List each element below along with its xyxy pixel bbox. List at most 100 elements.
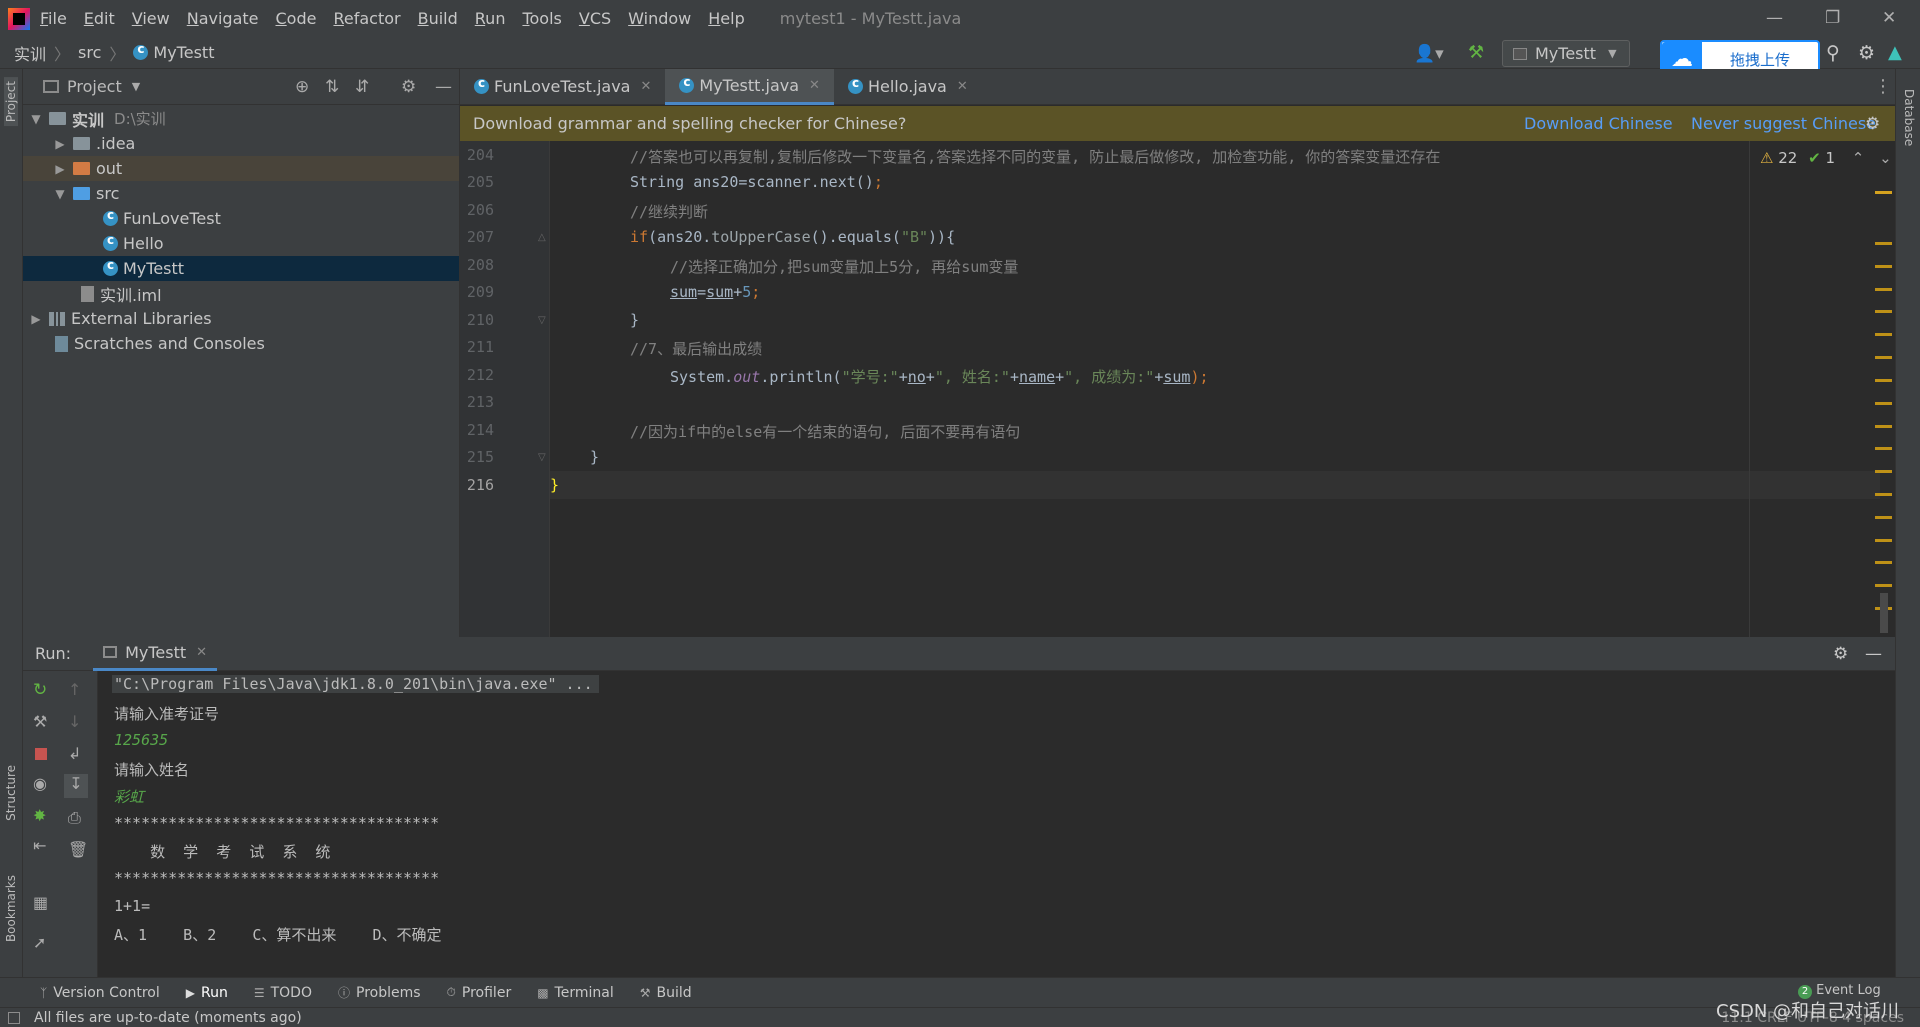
print-icon[interactable]: ⎙ — [68, 808, 84, 827]
project-tool-button[interactable]: Project — [4, 77, 18, 127]
tree-item-root[interactable]: ▼ 实训 D:\实训 — [23, 106, 459, 131]
pin-icon[interactable]: ➚ — [33, 933, 49, 952]
close-icon[interactable]: ✕ — [1882, 8, 1896, 28]
rerun-icon[interactable]: ↻ — [33, 680, 49, 700]
gear-icon[interactable]: ⚙ — [401, 77, 416, 97]
warning-marker[interactable] — [1875, 539, 1892, 542]
database-tool-button[interactable]: Database — [1902, 89, 1916, 146]
scroll-to-end-icon[interactable]: ↧ — [64, 774, 88, 798]
run-tab-mytestt[interactable]: MyTestt ✕ — [93, 637, 218, 671]
menu-refactor[interactable]: Refactor — [333, 9, 400, 28]
breadcrumb-class[interactable]: MyTestt — [153, 43, 214, 62]
menu-code[interactable]: Code — [276, 9, 317, 28]
tab-run[interactable]: ▶ Run — [186, 985, 228, 1001]
plugin-icon[interactable]: ▲ — [1888, 42, 1902, 63]
run-configuration-select[interactable]: MyTestt ▼ — [1502, 40, 1630, 67]
chevron-down-icon[interactable]: ▼ — [29, 112, 43, 126]
menu-help[interactable]: Help — [708, 9, 744, 28]
warning-marker[interactable] — [1875, 561, 1892, 564]
gear-icon[interactable]: ⚙ — [1833, 644, 1848, 664]
warning-marker[interactable] — [1875, 447, 1892, 450]
structure-tool-button[interactable]: Structure — [4, 765, 18, 821]
layout-icon[interactable]: ▦ — [33, 893, 49, 912]
warning-marker[interactable] — [1875, 379, 1892, 382]
exit-icon[interactable]: ⇤ — [33, 836, 49, 855]
locate-icon[interactable]: ⊕ — [295, 77, 309, 97]
stop-icon[interactable] — [35, 748, 47, 760]
warning-marker[interactable] — [1875, 191, 1892, 194]
close-tab-icon[interactable]: ✕ — [957, 79, 968, 94]
warning-marker[interactable] — [1875, 402, 1892, 405]
warning-marker[interactable] — [1875, 516, 1892, 519]
warning-marker[interactable] — [1875, 493, 1892, 496]
wrench-icon[interactable]: ⚒ — [33, 712, 49, 731]
tree-item-mytestt[interactable]: MyTestt — [23, 256, 459, 281]
warning-marker[interactable] — [1875, 356, 1892, 359]
expand-all-icon[interactable]: ⇅ — [325, 77, 339, 97]
menu-window[interactable]: Window — [628, 9, 691, 28]
hide-icon[interactable]: — — [1865, 644, 1882, 664]
tab-todo[interactable]: ☰ TODO — [254, 985, 312, 1001]
tree-item-out[interactable]: ▶ out — [23, 156, 459, 181]
breadcrumb-project[interactable]: 实训 — [14, 41, 46, 65]
menu-edit[interactable]: Edit — [84, 9, 115, 28]
warning-marker[interactable] — [1875, 425, 1892, 428]
tree-item-iml[interactable]: 实训.iml — [23, 281, 459, 306]
menu-vcs[interactable]: VCS — [579, 9, 611, 28]
soft-wrap-icon[interactable]: ↲ — [68, 744, 84, 763]
hide-icon[interactable]: — — [435, 77, 452, 97]
arrow-down-icon[interactable]: ↓ — [68, 712, 84, 731]
tree-item-scratches[interactable]: Scratches and Consoles — [23, 331, 459, 356]
tab-terminal[interactable]: ▩ Terminal — [537, 985, 614, 1001]
warning-marker[interactable] — [1875, 333, 1892, 336]
tree-item-funlovetest[interactable]: FunLoveTest — [23, 206, 459, 231]
project-view-select[interactable]: Project — [67, 77, 122, 96]
never-suggest-link[interactable]: Never suggest Chinese — [1691, 114, 1876, 133]
tab-profiler[interactable]: ⏱ Profiler — [447, 985, 512, 1001]
menu-tools[interactable]: Tools — [522, 9, 561, 28]
chevron-right-icon[interactable]: ▶ — [29, 312, 43, 326]
scrollbar-thumb[interactable] — [1880, 593, 1888, 633]
chevron-down-icon[interactable]: ▼ — [53, 187, 67, 201]
warning-marker[interactable] — [1875, 470, 1892, 473]
menu-build[interactable]: Build — [418, 9, 458, 28]
tree-item-idea[interactable]: ▶ .idea — [23, 131, 459, 156]
bookmarks-tool-button[interactable]: Bookmarks — [4, 875, 18, 942]
warning-marker[interactable] — [1875, 310, 1892, 313]
tree-item-hello[interactable]: Hello — [23, 231, 459, 256]
trash-icon[interactable]: 🗑 — [68, 840, 88, 859]
close-tab-icon[interactable]: ✕ — [196, 645, 207, 660]
tab-build[interactable]: ⚒ Build — [640, 985, 692, 1001]
arrow-up-icon[interactable]: ↑ — [68, 680, 84, 699]
close-tab-icon[interactable]: ✕ — [640, 79, 651, 94]
minimize-icon[interactable]: — — [1766, 8, 1783, 28]
menu-navigate[interactable]: Navigate — [187, 9, 259, 28]
gear-icon[interactable]: ⚙ — [1865, 114, 1880, 134]
warning-marker[interactable] — [1875, 242, 1892, 245]
download-chinese-link[interactable]: Download Chinese — [1524, 114, 1673, 133]
collapse-all-icon[interactable]: ⇵ — [355, 77, 369, 97]
breadcrumb-src[interactable]: src — [78, 43, 101, 62]
panel-toggle-icon[interactable] — [8, 1011, 20, 1024]
debug-icon[interactable]: ✸ — [33, 806, 49, 825]
tab-problems[interactable]: ⓘ Problems — [338, 984, 421, 1001]
chevron-up-icon[interactable]: ⌃ — [1852, 149, 1865, 167]
search-icon[interactable]: ⚲ — [1826, 42, 1840, 64]
tab-funlovetest[interactable]: FunLoveTest.java ✕ — [460, 69, 665, 105]
chevron-down-icon[interactable]: ▼ — [132, 80, 140, 93]
warning-marker[interactable] — [1875, 265, 1892, 268]
tab-version-control[interactable]: ᛉ Version Control — [40, 985, 160, 1001]
tree-item-external-libraries[interactable]: ▶ External Libraries — [23, 306, 459, 331]
menu-view[interactable]: View — [132, 9, 170, 28]
warning-marker[interactable] — [1875, 584, 1892, 587]
close-tab-icon[interactable]: ✕ — [809, 78, 820, 93]
tab-mytestt[interactable]: MyTestt.java ✕ — [665, 68, 834, 105]
settings-gear-icon[interactable]: ⚙ — [1858, 42, 1875, 64]
camera-icon[interactable]: ◉ — [33, 774, 49, 793]
warning-marker[interactable] — [1875, 288, 1892, 291]
menu-run[interactable]: Run — [475, 9, 506, 28]
inspection-widget[interactable]: ⚠ 22 ✔ 1 ⌃ ⌄ — [1760, 149, 1892, 167]
tab-hello[interactable]: Hello.java ✕ — [834, 69, 982, 105]
chevron-right-icon[interactable]: ▶ — [53, 137, 67, 151]
menu-file[interactable]: File — [40, 9, 67, 28]
